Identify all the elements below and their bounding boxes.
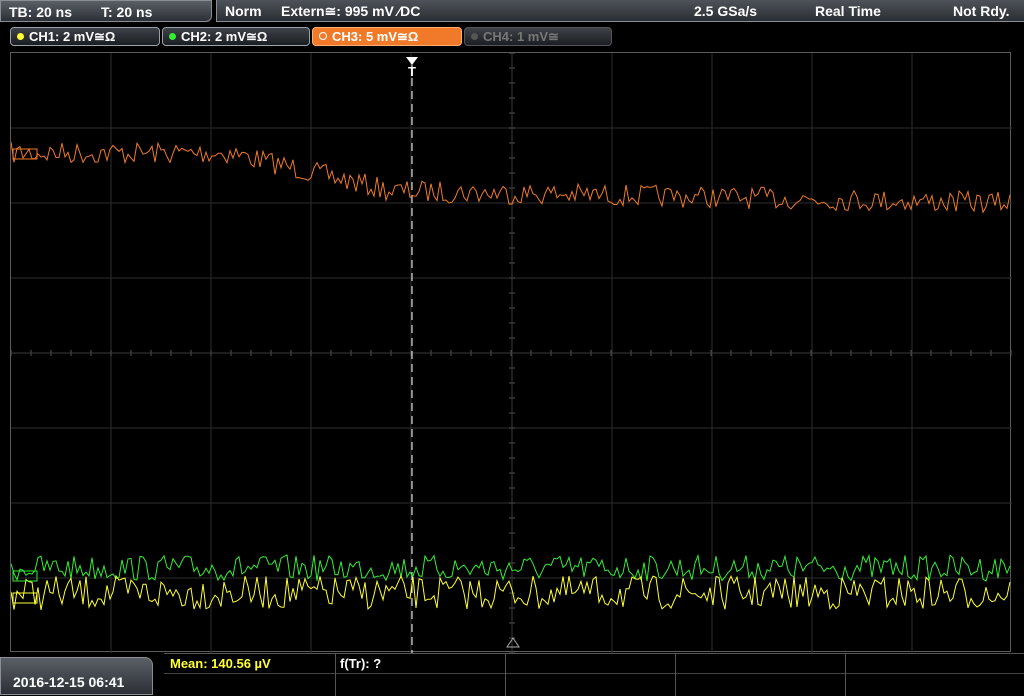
datetime-label: 2016-12-15 06:41 — [13, 674, 125, 690]
channel-4-dot-icon — [471, 33, 478, 40]
channel-2-button[interactable]: CH2: 2 mV≅Ω — [162, 27, 310, 46]
trigger-mode: Norm — [225, 3, 262, 19]
waveform-canvas: T — [10, 52, 1012, 654]
datetime-box: 2016-12-15 06:41 — [0, 657, 153, 695]
channel-2-label: CH2: 2 mV≅Ω — [181, 29, 268, 44]
ref-marker-icon — [506, 637, 520, 648]
measurement-cell-3 — [505, 654, 675, 696]
channel-2-dot-icon — [169, 33, 176, 40]
channel-1-button[interactable]: CH1: 2 mV≅Ω — [10, 27, 160, 46]
timebase-label: TB: 20 ns — [9, 4, 73, 20]
acquisition-mode: Real Time — [815, 3, 881, 19]
trigger-source: Extern≅: 995 mV ⁄DC — [281, 3, 421, 19]
trigger-marker-icon[interactable]: T — [406, 57, 418, 79]
measurement-cell-2: f(Tr): ? — [335, 654, 505, 696]
measurement-panel[interactable]: Mean: 140.56 µV f(Tr): ? — [164, 653, 1024, 696]
channel-2-waveform — [10, 553, 1011, 583]
measurement-cell-4 — [675, 654, 845, 696]
acquisition-status[interactable]: Norm Extern≅: 995 mV ⁄DC 2.5 GSa/s Real … — [216, 0, 1024, 22]
sample-rate: 2.5 GSa/s — [694, 3, 758, 19]
channel-1-label: CH1: 2 mV≅Ω — [29, 29, 116, 44]
channel-3-button[interactable]: CH3: 5 mV≅Ω — [312, 27, 462, 46]
channel-3-waveform — [10, 141, 1011, 214]
channel-4-button[interactable]: CH4: 1 mV≅ — [464, 27, 612, 46]
channel-3-label: CH3: 5 mV≅Ω — [332, 29, 419, 44]
mean-measurement: Mean: 140.56 µV — [170, 656, 271, 671]
channel-3-dot-icon — [319, 32, 327, 40]
waveform-display[interactable]: T — [10, 52, 1012, 654]
acquisition-state: Not Rdy. — [953, 3, 1010, 19]
channel-4-label: CH4: 1 mV≅ — [483, 29, 559, 44]
top-status-bar: TB: 20 ns T: 20 ns Norm Extern≅: 995 mV … — [0, 0, 1024, 24]
trigger-time-label: T: 20 ns — [101, 4, 153, 20]
measurement-cell-5 — [845, 654, 1024, 696]
timebase-box[interactable]: TB: 20 ns T: 20 ns — [0, 0, 212, 22]
channel-1-dot-icon — [17, 33, 24, 40]
rise-frequency-measurement: f(Tr): ? — [340, 656, 382, 671]
trigger-marker-label: T — [408, 64, 416, 79]
channel-bar: CH1: 2 mV≅Ω CH2: 2 mV≅Ω CH3: 5 mV≅Ω CH4:… — [0, 24, 1024, 50]
